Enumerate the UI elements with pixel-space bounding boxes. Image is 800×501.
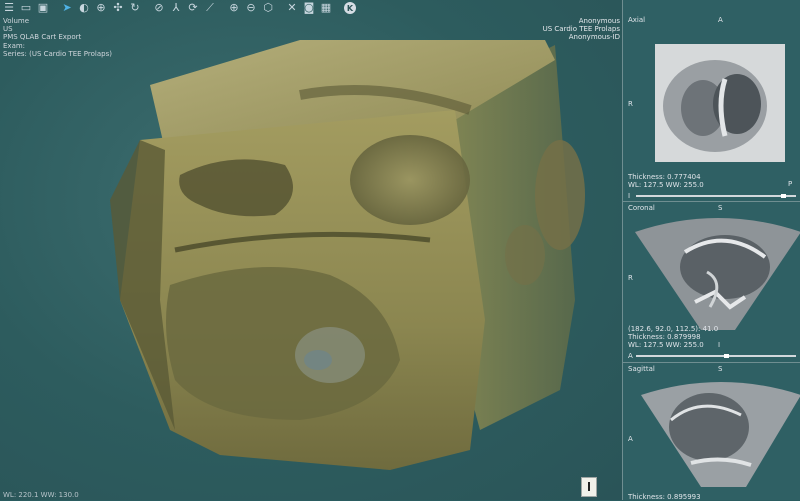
coronal-cursor-coordinates: (182.6, 92.0, 112.5): 41.0 xyxy=(628,325,719,333)
orientation-marker xyxy=(581,477,597,497)
axial-bottom-orientation: P xyxy=(788,180,793,188)
rotate-icon[interactable]: ↻ xyxy=(128,1,142,15)
coronal-view[interactable]: Coronal S R (182.6, 92.0, 112.5): 41.0 T… xyxy=(623,201,800,362)
overlay-patient-name: Anonymous xyxy=(578,17,620,25)
overlay-modality: US xyxy=(3,25,13,34)
folder-icon[interactable]: ▭ xyxy=(19,1,33,15)
volume-rendering[interactable] xyxy=(0,0,622,500)
axial-slider-cap: I xyxy=(628,192,631,200)
sagittal-side-orientation: A xyxy=(628,435,633,443)
window-level-readout: WL: 220.1 WW: 130.0 xyxy=(3,491,79,499)
coronal-slider-cap: A xyxy=(628,352,633,360)
sagittal-view[interactable]: Sagittal S A Thickness: 0.895993 xyxy=(623,362,800,501)
close-tool-icon[interactable]: ✕ xyxy=(285,1,299,15)
expand-arrows-icon[interactable]: ✣ xyxy=(111,1,125,15)
coronal-top-orientation: S xyxy=(718,204,723,212)
overlay-patient-id: Anonymous-ID xyxy=(568,33,620,42)
overlay-modality-volume: Volume xyxy=(3,17,30,25)
crosshair-icon[interactable]: ⊕ xyxy=(94,1,108,15)
mpr-panels: Axial A R Thickness: 0.777404 WL: 127.5 … xyxy=(622,0,800,501)
sagittal-top-orientation: S xyxy=(718,365,723,373)
save-icon[interactable]: ▣ xyxy=(36,1,50,15)
overlay-series: Series: (US Cardio TEE Prolaps) xyxy=(3,49,112,58)
axial-side-orientation: R xyxy=(628,100,633,108)
sagittal-ultrasound-image xyxy=(641,382,800,487)
cube-icon[interactable]: ⬡ xyxy=(261,1,275,15)
coronal-window-level: WL: 127.5 WW: 255.0 xyxy=(628,341,704,349)
film-icon[interactable]: ▦ xyxy=(319,1,333,15)
k-button[interactable]: K xyxy=(344,2,356,14)
coronal-thickness: Thickness: 0.879998 xyxy=(628,333,701,341)
coronal-slider-thumb[interactable] xyxy=(723,354,729,358)
camera-icon[interactable]: ◙ xyxy=(302,1,316,15)
axial-ultrasound-image xyxy=(655,44,785,162)
axial-view[interactable]: Axial A R Thickness: 0.777404 WL: 127.5 … xyxy=(623,14,800,200)
axial-slice-slider[interactable]: I xyxy=(628,192,798,200)
valve-center xyxy=(304,350,332,370)
patient-info-overlay: Volume US PMS QLAB Cart Export Exam: Ser… xyxy=(3,17,112,58)
overlay-exam: Exam: xyxy=(3,41,26,50)
overlay-study: US Cardio TEE Prolaps xyxy=(542,25,620,34)
side-bulge-lower xyxy=(505,225,545,285)
axial-top-orientation: A xyxy=(718,16,723,24)
coronal-bottom-orientation: I xyxy=(718,341,721,349)
study-info-overlay: Anonymous US Cardio TEE Prolaps Anonymou… xyxy=(543,17,620,42)
chamber-upper-right xyxy=(350,135,470,225)
contrast-icon[interactable]: ◐ xyxy=(77,1,91,15)
axial-title: Axial xyxy=(628,16,646,24)
coronal-title: Coronal xyxy=(628,204,655,212)
coronal-slice-slider[interactable]: A xyxy=(628,352,798,360)
no-entry-icon[interactable]: ⊘ xyxy=(152,1,166,15)
refresh-icon[interactable]: ⟳ xyxy=(186,1,200,15)
side-bulge xyxy=(535,140,585,250)
axial-slider-thumb[interactable] xyxy=(781,194,787,198)
axial-window-level: WL: 127.5 WW: 255.0 xyxy=(628,181,704,189)
axial-thickness: Thickness: 0.777404 xyxy=(628,173,701,181)
sagittal-title: Sagittal xyxy=(628,365,655,373)
scissors-tool-icon[interactable]: ⅄ xyxy=(169,1,183,15)
zoom-in-icon[interactable]: ⊕ xyxy=(227,1,241,15)
coronal-side-orientation: R xyxy=(628,274,633,282)
toolbar: ☰ ▭ ▣ ➤ ◐ ⊕ ✣ ↻ ⊘ ⅄ ⟳ ⟋ ⊕ ⊖ ⬡ ✕ ◙ ▦ K xyxy=(0,0,382,16)
zoom-out-icon[interactable]: ⊖ xyxy=(244,1,258,15)
pointer-icon[interactable]: ➤ xyxy=(60,1,74,15)
coronal-ultrasound-image xyxy=(635,218,800,330)
volume-render-viewport[interactable]: ☰ ▭ ▣ ➤ ◐ ⊕ ✣ ↻ ⊘ ⅄ ⟳ ⟋ ⊕ ⊖ ⬡ ✕ ◙ ▦ K Volume US PMS QLAB C… xyxy=(0,0,622,500)
overlay-source: PMS QLAB Cart Export xyxy=(3,33,82,42)
ruler-icon[interactable]: ⟋ xyxy=(203,1,217,15)
menu-icon[interactable]: ☰ xyxy=(2,1,16,15)
